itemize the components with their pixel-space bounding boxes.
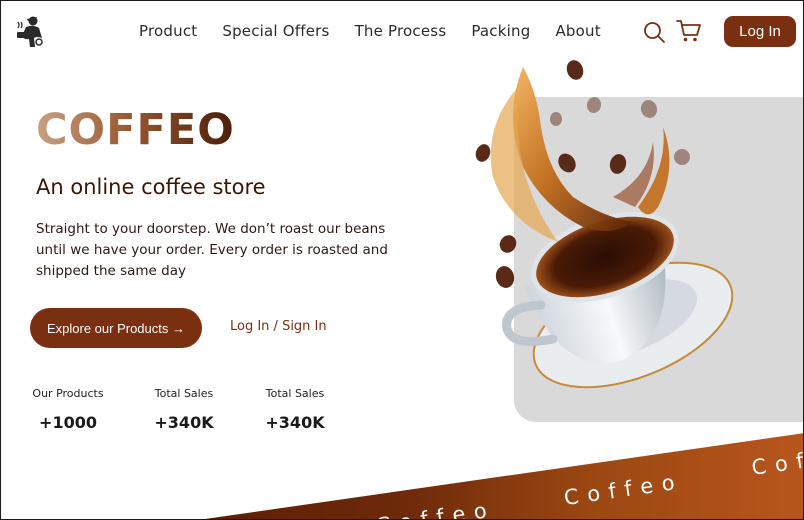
page-frame: Product Special Offers The Process Packi… <box>0 0 804 520</box>
coffeo-ribbon-banner: C o f f e o C o f f e o C o f <box>204 433 803 519</box>
